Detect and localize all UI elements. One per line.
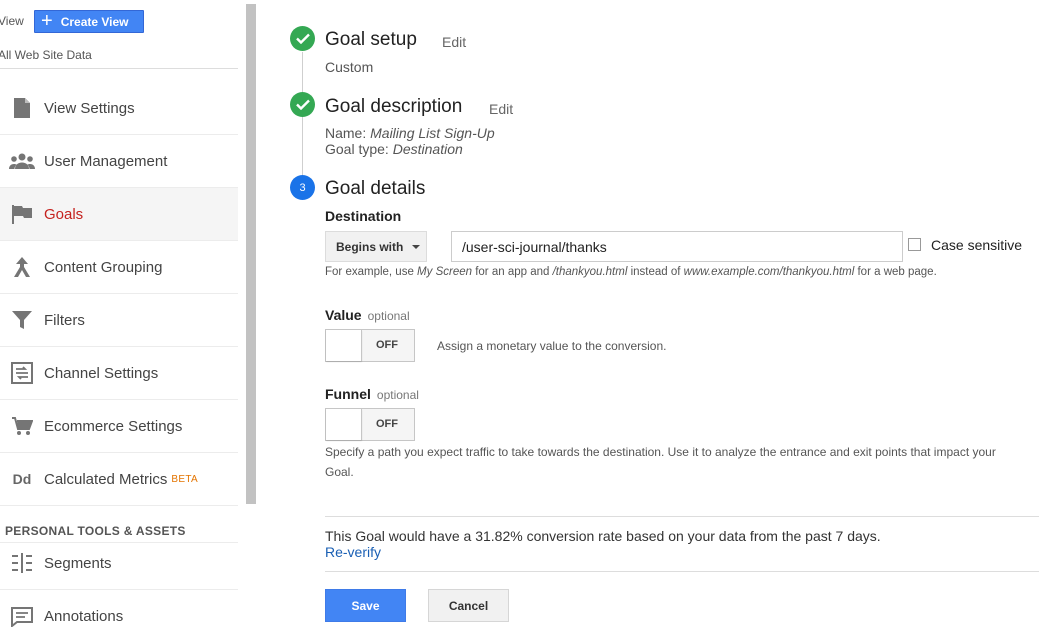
admin-sidebar: View + Create View All Web Site Data Vie… xyxy=(0,0,256,632)
help-text-emphasis: My Screen xyxy=(417,266,473,278)
help-text: for an app and xyxy=(472,266,553,278)
destination-example-help: For example, use My Screen for an app an… xyxy=(325,266,937,278)
sidebar-item-channel-settings[interactable]: Channel Settings xyxy=(0,347,238,400)
sidebar-item-label: Ecommerce Settings xyxy=(44,417,183,435)
help-text: For example, use xyxy=(325,266,418,278)
match-type-dropdown[interactable]: Begins with xyxy=(325,231,427,262)
sidebar-item-calculated-metrics[interactable]: Dd Calculated Metrics BETA xyxy=(0,453,238,506)
grouping-icon xyxy=(0,256,44,278)
help-text-emphasis: www.example.com/thankyou.html xyxy=(683,266,855,278)
cart-icon xyxy=(0,416,44,436)
sidebar-scrollbar[interactable] xyxy=(246,4,256,504)
funnel-help-text: Specify a path you expect traffic to tak… xyxy=(325,445,996,479)
sidebar-item-label: Channel Settings xyxy=(44,364,159,382)
funnel-label-text: Funnel xyxy=(325,386,371,402)
conversion-rate-text: This Goal would have a 31.82% conversion… xyxy=(325,528,881,544)
destination-input[interactable] xyxy=(451,231,903,262)
plus-icon: + xyxy=(41,9,53,32)
divider xyxy=(0,68,238,69)
edit-goal-setup-link[interactable]: Edit xyxy=(442,34,466,50)
goal-type-line: Goal type: Destination xyxy=(325,141,463,157)
optional-tag: optional xyxy=(376,388,419,402)
create-view-button[interactable]: + Create View xyxy=(34,10,144,33)
goal-type-value: Destination xyxy=(392,141,463,157)
sidebar-item-content-grouping[interactable]: Content Grouping xyxy=(0,241,238,294)
help-text-emphasis: /thankyou.html xyxy=(552,266,628,278)
sidebar-item-segments[interactable]: Segments xyxy=(0,537,238,590)
dd-icon: Dd xyxy=(0,471,44,487)
toggle-knob xyxy=(326,409,362,440)
edit-goal-description-link[interactable]: Edit xyxy=(489,101,513,117)
value-label: Value optional xyxy=(325,307,410,323)
toggle-state: OFF xyxy=(376,339,398,351)
filter-icon xyxy=(0,310,44,330)
divider xyxy=(325,516,1039,517)
help-text: for a web page. xyxy=(854,266,937,278)
funnel-toggle[interactable]: OFF xyxy=(325,408,415,441)
toggle-state: OFF xyxy=(376,418,398,430)
sidebar-item-goals[interactable]: Goals xyxy=(0,188,238,241)
sidebar-item-label: Filters xyxy=(44,311,85,329)
divider xyxy=(325,571,1039,572)
reverify-link[interactable]: Re-verify xyxy=(325,544,381,560)
sidebar-item-label: Goals xyxy=(44,205,84,223)
help-text: instead of xyxy=(627,266,684,278)
step-title-goal-description: Goal description xyxy=(325,96,463,117)
view-column-label: View xyxy=(0,14,24,28)
beta-badge: BETA xyxy=(171,473,198,485)
save-button[interactable]: Save xyxy=(325,589,406,622)
sidebar-item-label: View Settings xyxy=(44,99,135,117)
step-number-badge: 3 xyxy=(290,175,315,200)
sidebar-item-annotations[interactable]: Annotations xyxy=(0,590,238,632)
sidebar-item-label: Content Grouping xyxy=(44,258,163,276)
checkmark-icon xyxy=(290,26,315,51)
destination-label: Destination xyxy=(325,208,402,224)
view-selector[interactable]: All Web Site Data xyxy=(0,48,92,62)
match-type-value: Begins with xyxy=(336,239,404,254)
channel-icon xyxy=(0,362,44,384)
goal-name-line: Name: Mailing List Sign-Up xyxy=(325,125,495,141)
toggle-knob xyxy=(326,330,362,361)
sidebar-item-label: Annotations xyxy=(44,608,124,625)
value-label-text: Value xyxy=(325,307,362,323)
funnel-label: Funnel optional xyxy=(325,386,419,402)
dd-icon-text: Dd xyxy=(12,471,32,487)
goal-name-value: Mailing List Sign-Up xyxy=(370,125,495,141)
value-help-text: Assign a monetary value to the conversio… xyxy=(437,339,667,353)
case-sensitive-label[interactable]: Case sensitive xyxy=(931,237,1022,253)
create-view-label: Create View xyxy=(60,14,129,29)
caret-down-icon xyxy=(412,244,421,249)
sidebar-item-label: User Management xyxy=(44,152,168,170)
cancel-button[interactable]: Cancel xyxy=(428,589,509,622)
step-title-goal-setup: Goal setup xyxy=(325,29,417,50)
case-sensitive-checkbox[interactable] xyxy=(908,238,921,251)
flag-icon xyxy=(0,204,44,224)
sidebar-item-filters[interactable]: Filters xyxy=(0,294,238,347)
goal-type-label: Goal type: xyxy=(325,141,389,157)
sidebar-item-view-settings[interactable]: View Settings xyxy=(0,82,238,135)
goal-setup-value: Custom xyxy=(325,59,374,75)
checkmark-icon xyxy=(290,92,315,117)
sidebar-item-ecommerce-settings[interactable]: Ecommerce Settings xyxy=(0,400,238,453)
step-title-goal-details: Goal details xyxy=(325,178,426,199)
value-toggle[interactable]: OFF xyxy=(325,329,415,362)
users-icon xyxy=(0,153,44,169)
document-icon xyxy=(0,97,44,119)
sidebar-item-label: Calculated Metrics xyxy=(44,470,168,488)
annotations-icon xyxy=(0,606,44,627)
goal-name-label: Name: xyxy=(325,125,367,141)
sidebar-item-label: Segments xyxy=(44,554,112,572)
segments-icon xyxy=(0,553,44,573)
optional-tag: optional xyxy=(367,309,410,323)
sidebar-item-user-management[interactable]: User Management xyxy=(0,135,238,188)
section-header: PERSONAL TOOLS & ASSETS xyxy=(5,524,186,538)
